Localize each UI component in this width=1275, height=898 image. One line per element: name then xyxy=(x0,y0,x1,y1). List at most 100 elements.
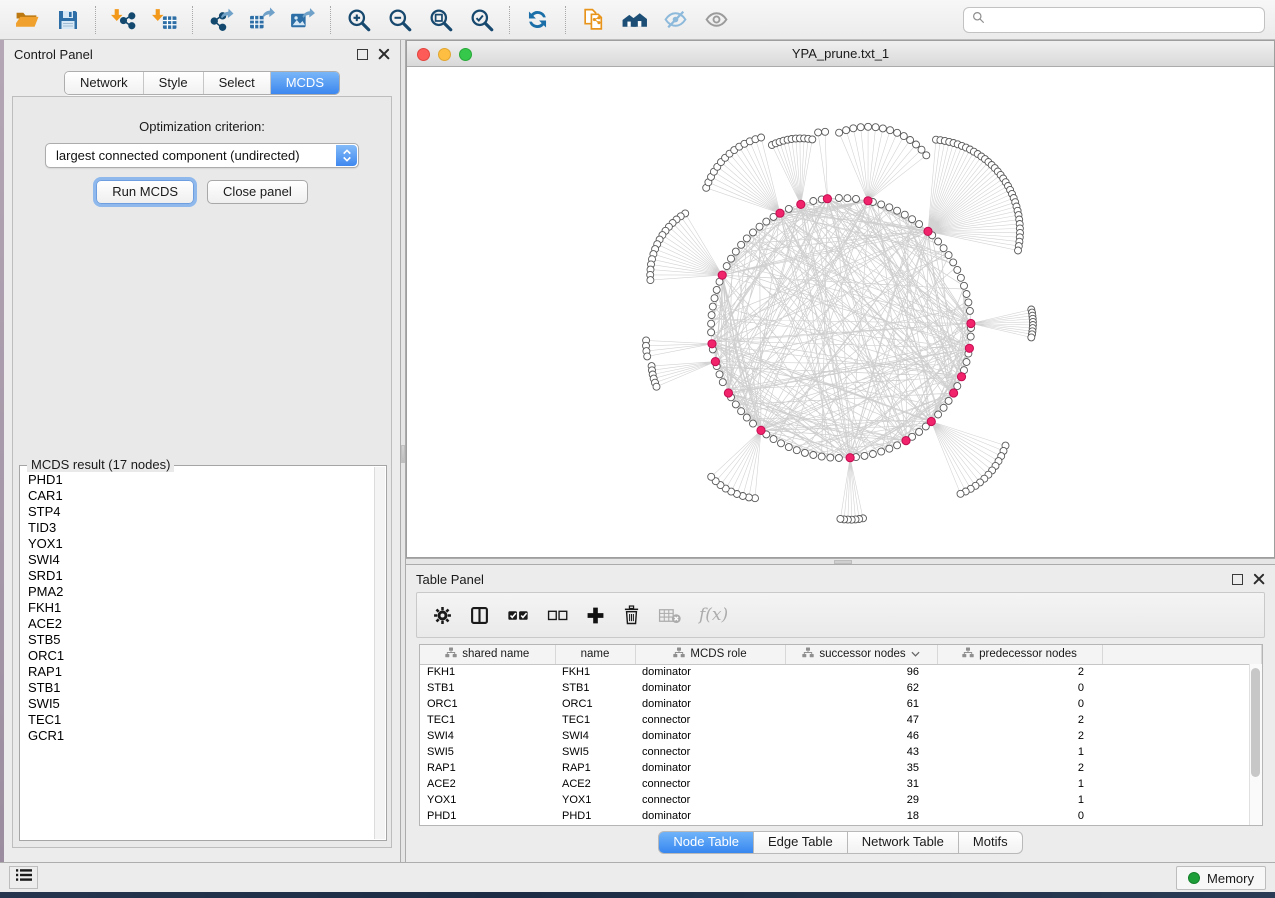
table-cell[interactable]: ACE2 xyxy=(420,776,555,792)
network-window-titlebar[interactable]: YPA_prune.txt_1 xyxy=(407,41,1274,67)
table-cell[interactable]: PHD1 xyxy=(420,808,555,824)
table-cell[interactable]: RAP1 xyxy=(555,760,635,776)
table-cell[interactable]: TEC1 xyxy=(420,712,555,728)
table-cell[interactable]: RAP1 xyxy=(420,760,555,776)
tab-mcds[interactable]: MCDS xyxy=(270,72,339,94)
table-cell[interactable]: 0 xyxy=(937,696,1102,712)
table-cell[interactable]: TEC1 xyxy=(555,712,635,728)
table-row[interactable]: SWI4SWI4dominator462 xyxy=(420,728,1262,744)
dominator-node[interactable] xyxy=(957,373,965,381)
table-cell[interactable]: dominator xyxy=(635,696,785,712)
mcds-result-item[interactable]: ORC1 xyxy=(28,648,374,664)
float-table-panel-icon[interactable] xyxy=(1232,574,1243,585)
mcds-result-item[interactable]: STB5 xyxy=(28,632,374,648)
table-cell[interactable]: 31 xyxy=(785,776,937,792)
table-cell[interactable]: dominator xyxy=(635,808,785,824)
delete-table-icon[interactable] xyxy=(658,607,681,624)
search-field[interactable] xyxy=(963,7,1265,33)
table-cell[interactable]: 1 xyxy=(937,776,1102,792)
dominator-node[interactable] xyxy=(711,358,719,366)
settings-gear-icon[interactable] xyxy=(433,606,452,625)
close-panel-icon[interactable] xyxy=(378,48,390,60)
hide-selected-icon[interactable] xyxy=(655,2,696,38)
table-cell[interactable]: connector xyxy=(635,776,785,792)
table-row[interactable]: SWI5SWI5connector431 xyxy=(420,744,1262,760)
table-row[interactable]: YOX1YOX1connector291 xyxy=(420,792,1262,808)
mcds-result-item[interactable]: ACE2 xyxy=(28,616,374,632)
zoom-fit-icon[interactable] xyxy=(420,2,461,38)
table-cell[interactable]: 2 xyxy=(937,664,1102,680)
table-row[interactable]: FKH1FKH1dominator962 xyxy=(420,664,1262,680)
table-cell[interactable]: 35 xyxy=(785,760,937,776)
close-table-panel-icon[interactable] xyxy=(1253,573,1265,585)
dominator-node[interactable] xyxy=(902,437,910,445)
table-cell[interactable]: 0 xyxy=(937,808,1102,824)
table-row[interactable]: ACE2ACE2connector311 xyxy=(420,776,1262,792)
tab-motifs[interactable]: Motifs xyxy=(959,831,1023,854)
mcds-result-item[interactable]: TID3 xyxy=(28,520,374,536)
table-row[interactable]: TEC1TEC1connector472 xyxy=(420,712,1262,728)
zoom-in-icon[interactable] xyxy=(338,2,379,38)
column-header-predecessor-nodes[interactable]: predecessor nodes xyxy=(937,645,1102,664)
column-header-name[interactable]: name xyxy=(555,645,635,664)
vertical-splitter-grip[interactable] xyxy=(401,445,405,463)
save-session-icon[interactable] xyxy=(47,2,88,38)
mcds-result-item[interactable]: CAR1 xyxy=(28,488,374,504)
table-cell[interactable]: 2 xyxy=(937,728,1102,744)
dominator-node[interactable] xyxy=(950,389,958,397)
export-table-icon[interactable] xyxy=(241,2,282,38)
mcds-result-item[interactable]: RAP1 xyxy=(28,664,374,680)
memory-button[interactable]: Memory xyxy=(1176,866,1266,890)
table-cell[interactable]: 0 xyxy=(937,680,1102,696)
table-cell[interactable]: SWI5 xyxy=(555,744,635,760)
table-row[interactable]: ORC1ORC1dominator610 xyxy=(420,696,1262,712)
task-history-button[interactable] xyxy=(9,866,38,889)
table-cell[interactable]: ORC1 xyxy=(420,696,555,712)
table-cell[interactable]: connector xyxy=(635,712,785,728)
import-table-icon[interactable] xyxy=(144,2,185,38)
mcds-result-item[interactable]: SWI4 xyxy=(28,552,374,568)
horizontal-splitter[interactable] xyxy=(406,558,1275,565)
table-cell[interactable]: connector xyxy=(635,744,785,760)
minimize-window-icon[interactable] xyxy=(438,48,451,61)
table-cell[interactable]: dominator xyxy=(635,664,785,680)
table-row[interactable]: RAP1RAP1dominator352 xyxy=(420,760,1262,776)
table-cell[interactable]: ORC1 xyxy=(555,696,635,712)
show-columns-icon[interactable] xyxy=(470,606,489,625)
table-cell[interactable]: SWI4 xyxy=(420,728,555,744)
table-cell[interactable]: YOX1 xyxy=(420,792,555,808)
import-network-icon[interactable] xyxy=(103,2,144,38)
deselect-all-icon[interactable] xyxy=(547,608,568,623)
dominator-node[interactable] xyxy=(724,389,732,397)
mcds-result-item[interactable]: SRD1 xyxy=(28,568,374,584)
first-neighbors-icon[interactable] xyxy=(614,2,655,38)
table-cell[interactable]: 47 xyxy=(785,712,937,728)
table-cell[interactable]: 61 xyxy=(785,696,937,712)
function-builder-label[interactable]: f(x) xyxy=(699,605,728,625)
tab-network-table[interactable]: Network Table xyxy=(848,831,959,854)
table-cell[interactable]: connector xyxy=(635,792,785,808)
float-panel-icon[interactable] xyxy=(357,49,368,60)
mcds-result-scrollbar[interactable] xyxy=(374,467,385,839)
export-network-icon[interactable] xyxy=(200,2,241,38)
dominator-node[interactable] xyxy=(924,227,932,235)
run-mcds-button[interactable]: Run MCDS xyxy=(96,180,194,204)
zoom-out-icon[interactable] xyxy=(379,2,420,38)
mcds-result-item[interactable]: SWI5 xyxy=(28,696,374,712)
column-header-MCDS-role[interactable]: MCDS role xyxy=(635,645,785,664)
mcds-result-item[interactable]: PHD1 xyxy=(28,472,374,488)
dominator-node[interactable] xyxy=(823,195,831,203)
mcds-result-item[interactable]: STB1 xyxy=(28,680,374,696)
mcds-result-list[interactable]: PHD1CAR1STP4TID3YOX1SWI4SRD1PMA2FKH1ACE2… xyxy=(21,467,374,839)
table-cell[interactable]: FKH1 xyxy=(420,664,555,680)
dominator-node[interactable] xyxy=(797,200,805,208)
maximize-window-icon[interactable] xyxy=(459,48,472,61)
table-cell[interactable]: STB1 xyxy=(420,680,555,696)
table-cell[interactable]: STB1 xyxy=(555,680,635,696)
table-cell[interactable]: 2 xyxy=(937,712,1102,728)
column-header-successor-nodes[interactable]: successor nodes xyxy=(785,645,937,664)
dominator-node[interactable] xyxy=(776,209,784,217)
table-cell[interactable]: 96 xyxy=(785,664,937,680)
duplicate-network-icon[interactable] xyxy=(573,2,614,38)
table-cell[interactable]: ACE2 xyxy=(555,776,635,792)
